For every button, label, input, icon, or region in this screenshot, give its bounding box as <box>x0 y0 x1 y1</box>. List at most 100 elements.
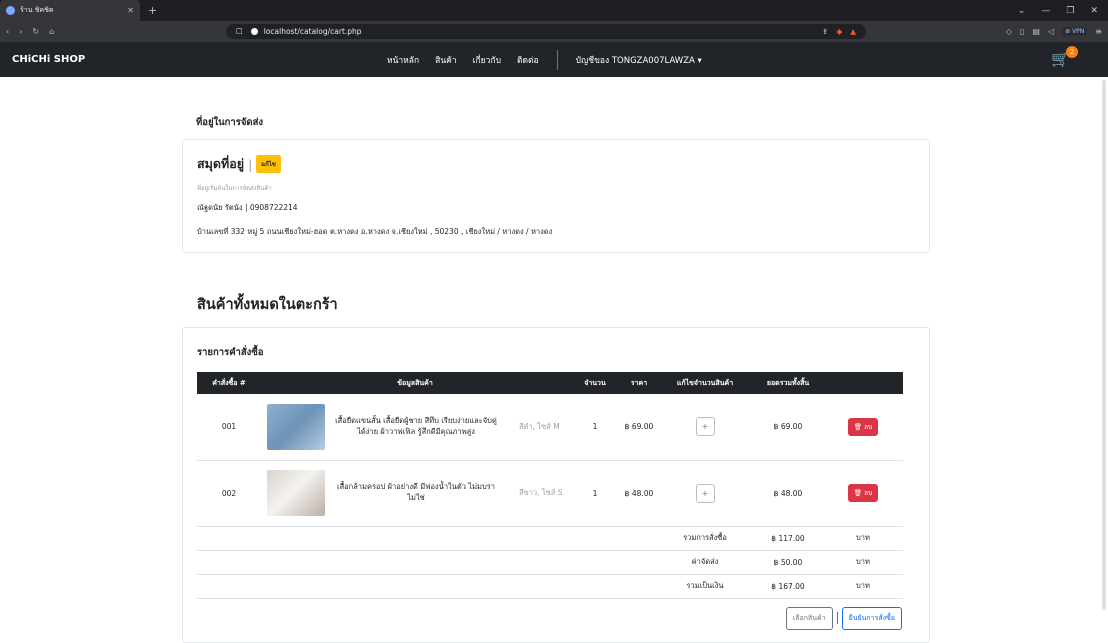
row-total: ฿ 69.00 <box>753 394 823 461</box>
leo-icon[interactable]: ◁ <box>1048 27 1054 36</box>
product-image[interactable] <box>267 403 325 450</box>
summary-row-shipping: ค่าจัดส่ง ฿ 50.00 บาท <box>197 550 903 575</box>
menu-icon[interactable]: ≡ <box>1095 27 1102 36</box>
orders-card: รายการคำสั่งซื้อ คำสั่งซื้อ # ข้อมูลสินค… <box>182 327 930 643</box>
actions-divider <box>836 612 838 624</box>
tab-search-icon[interactable]: ⌄ <box>1018 6 1026 16</box>
main-menu: หน้าหลัก สินค้า เกี่ยวกับ ติดต่อ บัญชีขอ… <box>387 42 702 77</box>
col-order-id: คำสั่งซื้อ # <box>197 372 261 394</box>
col-qty: จำนวน <box>569 372 621 394</box>
edit-qty-button[interactable]: + <box>695 483 715 503</box>
col-total: ยอดรวมทั้งสิ้น <box>753 372 823 394</box>
edit-qty-button[interactable]: + <box>695 417 715 437</box>
address-hint: ที่อยู่เริ่มต้นในการจัดส่งสินค้า <box>197 185 272 192</box>
reload-icon[interactable]: ↻ <box>32 27 39 36</box>
browser-tab-bar: ร้าน ชิคชิค ✕ + ⌄ — ❐ ✕ <box>0 0 1108 21</box>
delete-button[interactable]: 🗑 ลบ <box>847 417 879 436</box>
nav-home[interactable]: หน้าหลัก <box>387 53 419 67</box>
col-edit-qty: แก้ไขจำนวนสินค้า <box>657 372 753 394</box>
recipient-name-phone: ณัฐดนัย รัตนัง | 0908722214 <box>197 203 298 212</box>
row-total: ฿ 48.00 <box>753 460 823 527</box>
order-id: 002 <box>197 460 261 527</box>
full-address: บ้านเลขที่ 332 หมู่ 5 ถนนเชียงใหม่-ฮอด ต… <box>197 227 553 236</box>
nav-products[interactable]: สินค้า <box>435 53 456 67</box>
subtotal-value: ฿ 117.00 <box>753 526 823 551</box>
scrollbar[interactable] <box>1102 80 1106 610</box>
nav-about[interactable]: เกี่ยวกับ <box>473 53 501 67</box>
close-tab-icon[interactable]: ✕ <box>127 6 134 15</box>
account-label: บัญชีของ TONGZA007LAWZA <box>575 55 695 66</box>
nav-contact[interactable]: ติดต่อ <box>517 53 539 67</box>
shipping-value: ฿ 50.00 <box>753 550 823 575</box>
forward-icon[interactable]: › <box>19 27 22 36</box>
choose-products-button[interactable]: เลือกสินค้า <box>785 606 833 630</box>
share-icon[interactable]: ⇪ <box>822 27 828 36</box>
account-dropdown[interactable]: บัญชีของ TONGZA007LAWZA ▾ <box>576 53 702 67</box>
sidebar-icon[interactable]: ▯ <box>1020 27 1024 36</box>
product-name[interactable]: เสื้อยืดแขนสั้น เสื้อยืดผู้ชาย สีทึบ เรี… <box>331 416 501 438</box>
wallet-icon[interactable]: ▤ <box>1032 27 1040 36</box>
nav-divider <box>556 49 558 70</box>
col-price: ราคา <box>621 372 657 394</box>
product-variant: สีขาว, ไซส์ S <box>519 488 563 497</box>
summary-row-subtotal: รวมการสั่งซื้อ ฿ 117.00 บาท <box>197 526 903 551</box>
tab-title: ร้าน ชิคชิค <box>20 6 54 14</box>
browser-tab[interactable]: ร้าน ชิคชิค ✕ <box>0 0 140 21</box>
trash-icon: 🗑 <box>853 422 863 431</box>
delete-label: ลบ <box>864 489 873 497</box>
brave-rewards-icon[interactable]: ▲ <box>850 27 856 36</box>
page-content: ที่อยู่ในการจัดส่ง สมุดที่อยู่ | แก้ไข ท… <box>182 77 930 643</box>
cart-heading: สินค้าทั้งหมดในตะกร้า <box>197 297 338 313</box>
table-header-row: คำสั่งซื้อ # ข้อมูลสินค้า จำนวน ราคา แก้… <box>197 372 903 394</box>
vpn-button[interactable]: ⊛ VPN <box>1062 27 1088 36</box>
address-book-label: สมุดที่อยู่ <box>197 156 245 171</box>
grand-total-value: ฿ 167.00 <box>753 574 823 599</box>
brave-shield-icon[interactable]: ◆ <box>836 27 842 36</box>
delete-button[interactable]: 🗑 ลบ <box>847 484 879 502</box>
col-product-info: ข้อมูลสินค้า <box>261 372 569 394</box>
product-image[interactable] <box>267 470 325 516</box>
shipping-label: ค่าจัดส่ง <box>657 550 753 575</box>
product-price: ฿ 69.00 <box>621 394 657 461</box>
product-qty: 1 <box>569 460 621 527</box>
delete-label: ลบ <box>864 422 873 431</box>
maximize-icon[interactable]: ❐ <box>1066 6 1074 16</box>
order-id: 001 <box>197 394 261 461</box>
grand-total-label: รวมเป็นเงิน <box>657 574 753 599</box>
address-card: สมุดที่อยู่ | แก้ไข ที่อยู่เริ่มต้นในการ… <box>182 139 930 253</box>
url-text: localhost/catalog/cart.php <box>263 27 362 36</box>
shipping-unit: บาท <box>823 550 903 575</box>
confirm-order-button[interactable]: ยืนยันการสั่งซื้อ <box>841 606 902 630</box>
summary-row-total: รวมเป็นเงิน ฿ 167.00 บาท <box>197 574 903 599</box>
extensions-icon[interactable]: ◇ <box>1006 27 1012 36</box>
new-tab-icon[interactable]: + <box>148 4 157 17</box>
order-actions: เลือกสินค้า ยืนยันการสั่งซื้อ <box>197 606 902 630</box>
order-table: คำสั่งซื้อ # ข้อมูลสินค้า จำนวน ราคา แก้… <box>197 372 903 599</box>
minimize-icon[interactable]: — <box>1041 6 1050 16</box>
product-price: ฿ 48.00 <box>621 460 657 527</box>
cart-count-badge: 2 <box>1066 46 1078 58</box>
trash-icon: 🗑 <box>853 489 863 497</box>
back-icon[interactable]: ‹ <box>6 27 9 36</box>
orders-title: รายการคำสั่งซื้อ <box>197 347 264 358</box>
product-name[interactable]: เสื้อกล้ามครอป ผ้าอย่างดี มีฟองน้ำในตัว … <box>331 482 501 504</box>
shipping-address-heading: ที่อยู่ในการจัดส่ง <box>196 117 264 128</box>
subtotal-unit: บาท <box>823 526 903 551</box>
site-info-icon[interactable] <box>250 28 258 35</box>
home-icon[interactable]: ⌂ <box>49 27 54 36</box>
close-window-icon[interactable]: ✕ <box>1090 6 1098 16</box>
grand-total-unit: บาท <box>823 574 903 599</box>
edit-address-button[interactable]: แก้ไข <box>256 155 281 173</box>
subtotal-label: รวมการสั่งซื้อ <box>657 526 753 551</box>
col-actions <box>823 372 903 394</box>
title-divider: | <box>248 156 253 172</box>
table-row: 001 เสื้อยืดแขนสั้น เสื้อยืดผู้ชาย สีทึบ… <box>197 394 903 461</box>
address-book-title: สมุดที่อยู่ | แก้ไข <box>197 154 915 174</box>
url-field[interactable]: ☐ localhost/catalog/cart.php ⇪ ◆ ▲ <box>226 24 866 39</box>
brand-logo[interactable]: CHiCHi SHOP <box>12 54 85 65</box>
product-variant: สีดำ, ไซส์ M <box>519 421 560 431</box>
address-bar: ‹ › ↻ ⌂ ☐ localhost/catalog/cart.php ⇪ ◆… <box>0 21 1108 42</box>
site-navbar: CHiCHi SHOP หน้าหลัก สินค้า เกี่ยวกับ ติ… <box>0 42 1108 77</box>
favicon-icon <box>6 6 15 15</box>
bookmark-icon[interactable]: ☐ <box>236 27 243 36</box>
